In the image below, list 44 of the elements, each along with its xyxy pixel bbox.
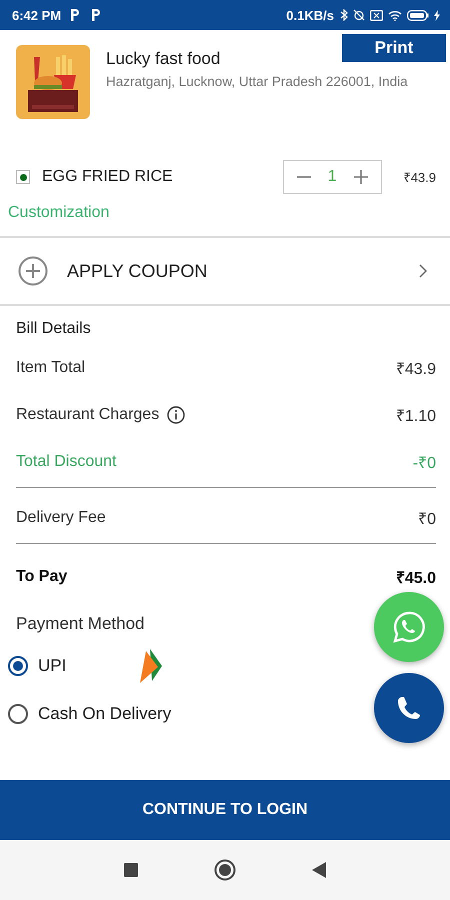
- parking-icon: [91, 9, 102, 21]
- add-circle-icon: [18, 256, 48, 286]
- bill-details-title: Bill Details: [16, 320, 92, 338]
- network-speed: 0.1KB/s: [286, 8, 334, 22]
- parking-icon: [70, 9, 80, 21]
- print-button[interactable]: Print: [342, 34, 446, 62]
- coupon-label: APPLY COUPON: [67, 260, 208, 282]
- apply-coupon-row[interactable]: APPLY COUPON: [0, 238, 450, 306]
- chevron-right-icon: [419, 264, 428, 278]
- bill-label: Item Total: [16, 358, 86, 376]
- bill-amount: ₹45.0: [396, 569, 436, 588]
- item-name: EGG FRIED RICE: [42, 168, 173, 186]
- home-icon[interactable]: [214, 859, 236, 881]
- bill-label: To Pay: [16, 568, 68, 586]
- bill-label: Total Discount: [16, 452, 116, 470]
- wifi-icon: [388, 10, 402, 20]
- radio-button[interactable]: [8, 704, 28, 724]
- restaurant-name: Lucky fast food: [106, 49, 222, 69]
- plus-icon[interactable]: [352, 169, 369, 185]
- radio-button[interactable]: [8, 656, 28, 676]
- bluetooth-icon: [340, 9, 348, 21]
- bill-label: Restaurant Charges: [16, 406, 160, 424]
- quantity-value: 1: [328, 168, 337, 186]
- phone-icon: [396, 695, 422, 721]
- bill-label: Delivery Fee: [16, 508, 106, 526]
- back-icon[interactable]: [312, 862, 326, 878]
- alarm-off-icon: [353, 9, 365, 21]
- item-price: ₹43.9: [404, 169, 436, 186]
- status-time: 6:42 PM: [12, 8, 62, 22]
- bill-amount: ₹1.10: [396, 406, 436, 426]
- payment-method-title: Payment Method: [16, 614, 145, 634]
- restaurant-address: Hazratganj, Lucknow, Uttar Pradesh 226001, India: [106, 74, 408, 89]
- info-icon[interactable]: [167, 406, 186, 424]
- bill-amount: ₹43.9: [396, 360, 436, 378]
- payment-option-label: UPI: [38, 656, 66, 676]
- charging-icon: [434, 10, 440, 20]
- sim-icon: [370, 10, 383, 20]
- continue-to-login-button[interactable]: CONTINUE TO LOGIN: [0, 780, 450, 840]
- bill-amount: -₹0: [412, 454, 436, 472]
- bill-amount: ₹0: [418, 510, 436, 528]
- battery-icon: [407, 10, 429, 20]
- call-button[interactable]: [374, 673, 444, 743]
- payment-option-label: Cash On Delivery: [38, 704, 172, 724]
- chat-phone-icon: [392, 610, 426, 644]
